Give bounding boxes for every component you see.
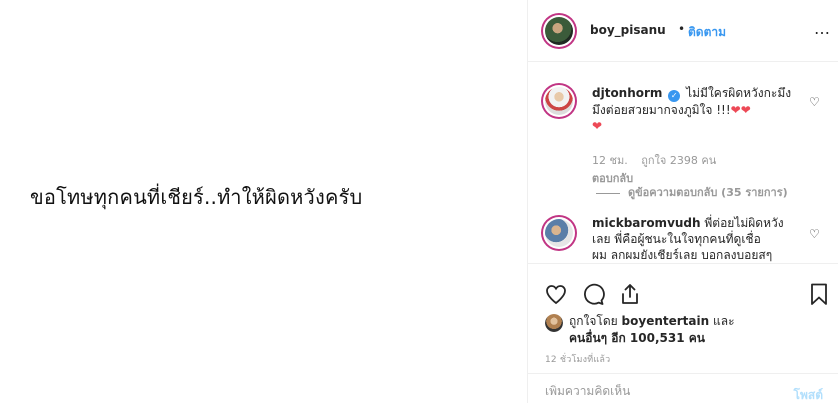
author-username[interactable]: boy_pisanu — [590, 23, 666, 37]
comment-text-line: ผม ลกผมยังเชียร์เลย บอกลงบอยสๆ — [592, 248, 773, 262]
more-options-icon[interactable]: … — [814, 19, 830, 38]
likes-prefix: ถูกใจโดย — [569, 314, 618, 328]
comment-avatar[interactable] — [543, 217, 575, 249]
comment-text: ไม่มีใครผิดหวังกะมึง — [686, 86, 792, 100]
others-likes-link[interactable]: คนอื่นๆ อีก 100,531 คน — [569, 331, 705, 345]
post-header: boy_pisanu • ติดตาม … — [528, 0, 838, 62]
post-media: ขอโทษทุกคนที่เชียร์..ทำให้ผิดหวังครับ — [0, 0, 527, 403]
comment-body: djtonhorm ✓ ไม่มีใครผิดหวังกะมึง มึงต่อย… — [592, 85, 804, 134]
bookmark-icon[interactable] — [807, 282, 831, 306]
comments-list[interactable]: djtonhorm ✓ ไม่มีใครผิดหวังกะมึง มึงต่อย… — [528, 63, 838, 263]
post-side-panel: boy_pisanu • ติดตาม … djtonhorm ✓ ไม่มีใ… — [527, 0, 838, 403]
share-icon[interactable] — [618, 282, 642, 306]
author-avatar[interactable] — [543, 15, 575, 47]
comment-text-line: เลย พี่คือผู้ชนะในใจทุกคนที่ดูเชื่อ — [592, 232, 761, 246]
like-heart-icon[interactable] — [544, 282, 568, 306]
comment-username[interactable]: djtonhorm — [592, 86, 662, 100]
comment-text: พี่ต่อยไม่ผิดหวัง — [704, 216, 784, 230]
comment-avatar[interactable] — [543, 85, 575, 117]
verified-badge-icon: ✓ — [668, 90, 681, 102]
likes-and: และ — [712, 314, 735, 328]
comment-time: 12 ชม. — [592, 154, 628, 167]
comment-likes[interactable]: ถูกใจ 2398 คน — [641, 154, 716, 167]
heart-emoji-icon: ❤ — [592, 119, 603, 133]
comment-text-line: มึงต่อยสวยมากจงภูมิใจ !!! — [592, 103, 731, 117]
likes-summary: ถูกใจโดย boyentertain และ คนอื่นๆ อีก 10… — [569, 313, 809, 347]
view-replies-label[interactable]: ดูข้อความตอบกลับ (35 รายการ) — [628, 186, 788, 199]
heart-emoji-icon: ❤❤ — [730, 103, 751, 117]
comment-bubble-icon[interactable] — [581, 282, 605, 306]
media-caption-text: ขอโทษทุกคนที่เชียร์..ทำให้ผิดหวังครับ — [30, 185, 363, 209]
add-comment-bar: โพสต์ — [528, 373, 838, 403]
post-timestamp[interactable]: 12 ชั่วโมงที่แล้ว — [545, 352, 610, 366]
liker-avatar[interactable] — [545, 314, 563, 332]
comment-username[interactable]: mickbaromvudh — [592, 216, 701, 230]
comment-meta: 12 ชม. ถูกใจ 2398 คน ตอบกลับ — [592, 151, 716, 187]
comment-body: mickbaromvudh พี่ต่อยไม่ผิดหวัง เลย พี่ค… — [592, 215, 804, 263]
replies-divider — [596, 192, 620, 194]
like-comment-heart-icon[interactable]: ♡ — [809, 227, 821, 241]
view-replies-button[interactable]: ดูข้อความตอบกลับ (35 รายการ) — [596, 183, 788, 201]
post-comment-button[interactable]: โพสต์ — [794, 386, 823, 403]
like-comment-heart-icon[interactable]: ♡ — [809, 95, 821, 109]
comment-input[interactable] — [545, 384, 775, 398]
liker-username[interactable]: boyentertain — [622, 314, 710, 328]
follow-button[interactable]: ติดตาม — [688, 23, 726, 42]
separator-dot: • — [678, 22, 686, 36]
